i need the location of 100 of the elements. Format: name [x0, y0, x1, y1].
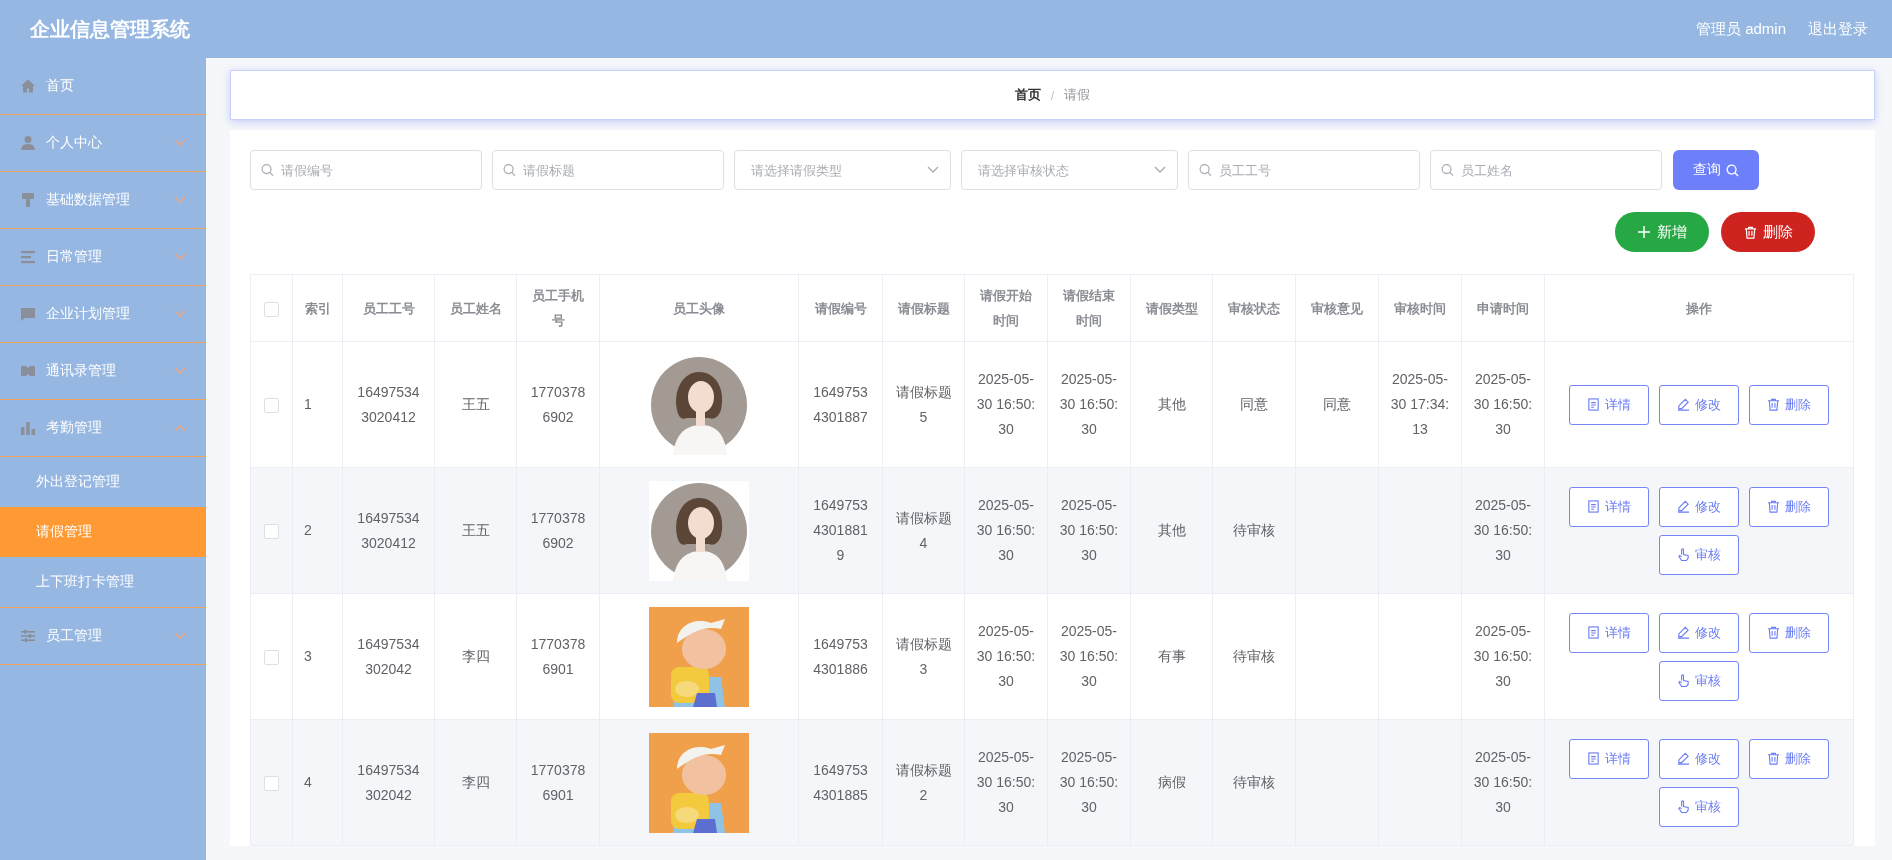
select-all-checkbox[interactable] — [264, 301, 279, 317]
sidebar-item[interactable]: 企业计划管理 — [0, 286, 206, 343]
table-cell: 2025-05-30 16:50:30 — [964, 341, 1048, 468]
table-cell: 16497534301886 — [798, 593, 883, 720]
table-cell: 李四 — [434, 719, 517, 846]
review-button[interactable]: 审核 — [1659, 534, 1739, 575]
sliders-icon — [20, 628, 36, 644]
submenu-item[interactable]: 外出登记管理 — [0, 457, 206, 507]
select-field[interactable]: 请选择审核状态 — [961, 150, 1178, 190]
search-icon — [1726, 163, 1739, 177]
query-button[interactable]: 查询 — [1673, 150, 1759, 190]
delete-button[interactable]: 删除 — [1749, 384, 1829, 425]
review-button[interactable]: 审核 — [1659, 786, 1739, 827]
search-icon — [1199, 163, 1212, 177]
table-cell: 请假标题5 — [882, 341, 965, 468]
add-button[interactable]: 新增 — [1615, 212, 1709, 252]
search-field[interactable]: 员工工号 — [1188, 150, 1420, 190]
row-checkbox[interactable] — [264, 775, 279, 791]
person-icon — [20, 135, 36, 151]
row-checkbox[interactable] — [264, 397, 279, 413]
table-cell: 待审核 — [1212, 719, 1296, 846]
sidebar-item[interactable]: 员工管理 — [0, 608, 206, 665]
row-checkbox[interactable] — [264, 649, 279, 665]
table-cell: 病假 — [1130, 719, 1213, 846]
review-button[interactable]: 审核 — [1659, 660, 1739, 701]
pencil-icon — [1677, 398, 1690, 411]
search-icon — [261, 163, 274, 177]
chevron-icon — [174, 253, 186, 261]
search-field[interactable]: 员工姓名 — [1430, 150, 1662, 190]
edit-button[interactable]: 修改 — [1659, 738, 1739, 779]
trash-icon — [1767, 398, 1780, 411]
table-cell: 请假标题2 — [882, 719, 965, 846]
list-icon — [20, 249, 36, 265]
sidebar-item[interactable]: 考勤管理 — [0, 400, 206, 457]
document-icon — [1587, 626, 1600, 639]
column-header: 请假标题 — [882, 274, 965, 342]
detail-button[interactable]: 详情 — [1569, 738, 1649, 779]
chevron-icon — [174, 196, 186, 204]
table-cell: 2025-05-30 16:50:30 — [1047, 593, 1131, 720]
breadcrumb-item[interactable]: 首页 — [1014, 86, 1041, 104]
column-header: 请假结束时间 — [1047, 274, 1131, 342]
sidebar-item[interactable]: 基础数据管理 — [0, 172, 206, 229]
edit-button[interactable]: 修改 — [1659, 612, 1739, 653]
column-header: 员工工号 — [342, 274, 435, 342]
search-icon — [503, 163, 516, 177]
table-cell: 请假标题4 — [882, 467, 965, 594]
chevron-icon — [927, 166, 939, 174]
column-header: 操作 — [1544, 274, 1854, 342]
table-cell: 2025-05-30 16:50:30 — [1461, 719, 1545, 846]
table-cell: 其他 — [1130, 341, 1213, 468]
table-cell: 164975343018819 — [798, 467, 883, 594]
delete-button[interactable]: 删除 — [1749, 486, 1829, 527]
column-header: 员工头像 — [599, 274, 799, 342]
breadcrumb-separator: / — [1050, 87, 1055, 103]
sidebar-item[interactable]: 首页 — [0, 58, 206, 115]
search-icon — [1441, 163, 1454, 177]
select-field[interactable]: 请选择请假类型 — [734, 150, 951, 190]
bar-chart-icon — [20, 420, 36, 436]
logout-link[interactable]: 退出登录 — [1808, 19, 1868, 39]
detail-button[interactable]: 详情 — [1569, 384, 1649, 425]
table-cell: 16497534302042 — [342, 719, 435, 846]
table-cell: 164975343020412 — [342, 341, 435, 468]
submenu-item[interactable]: 请假管理 — [0, 507, 206, 557]
table-cell: 待审核 — [1212, 467, 1296, 594]
delete-button[interactable]: 删除 — [1749, 738, 1829, 779]
document-icon — [1587, 500, 1600, 513]
edit-button[interactable]: 修改 — [1659, 486, 1739, 527]
column-header: 请假开始时间 — [964, 274, 1048, 342]
table-cell: 17703786902 — [516, 467, 600, 594]
table-cell: 2025-05-30 16:50:30 — [1461, 593, 1545, 720]
submenu-item[interactable]: 上下班打卡管理 — [0, 557, 206, 607]
table-cell: 待审核 — [1212, 593, 1296, 720]
row-checkbox[interactable] — [264, 523, 279, 539]
table-cell: 16497534301887 — [798, 341, 883, 468]
sidebar-item[interactable]: 个人中心 — [0, 115, 206, 172]
detail-button[interactable]: 详情 — [1569, 612, 1649, 653]
edit-button[interactable]: 修改 — [1659, 384, 1739, 425]
delete-button[interactable]: 删除 — [1721, 212, 1815, 252]
document-icon — [1587, 752, 1600, 765]
table-cell: 2025-05-30 16:50:30 — [964, 719, 1048, 846]
delete-button[interactable]: 删除 — [1749, 612, 1829, 653]
table-cell: 2025-05-30 16:50:30 — [1047, 341, 1131, 468]
trash-icon — [1743, 225, 1757, 239]
search-field[interactable]: 请假编号 — [250, 150, 482, 190]
table-cell: 李四 — [434, 593, 517, 720]
sidebar-item[interactable]: 日常管理 — [0, 229, 206, 286]
detail-button[interactable]: 详情 — [1569, 486, 1649, 527]
trash-icon — [1767, 626, 1780, 639]
column-header: 员工姓名 — [434, 274, 517, 342]
chevron-icon — [174, 632, 186, 640]
table-cell: 2025-05-30 16:50:30 — [964, 467, 1048, 594]
column-header: 审核状态 — [1212, 274, 1296, 342]
table-cell: 王五 — [434, 467, 517, 594]
search-field[interactable]: 请假标题 — [492, 150, 724, 190]
table-cell: 2025-05-30 17:34:13 — [1378, 341, 1462, 468]
table-cell: 同意 — [1295, 341, 1379, 468]
sidebar-item[interactable]: 通讯录管理 — [0, 343, 206, 400]
chat-icon — [20, 306, 36, 322]
user-label: 管理员 admin — [1695, 19, 1786, 39]
table-cell: 17703786901 — [516, 719, 600, 846]
